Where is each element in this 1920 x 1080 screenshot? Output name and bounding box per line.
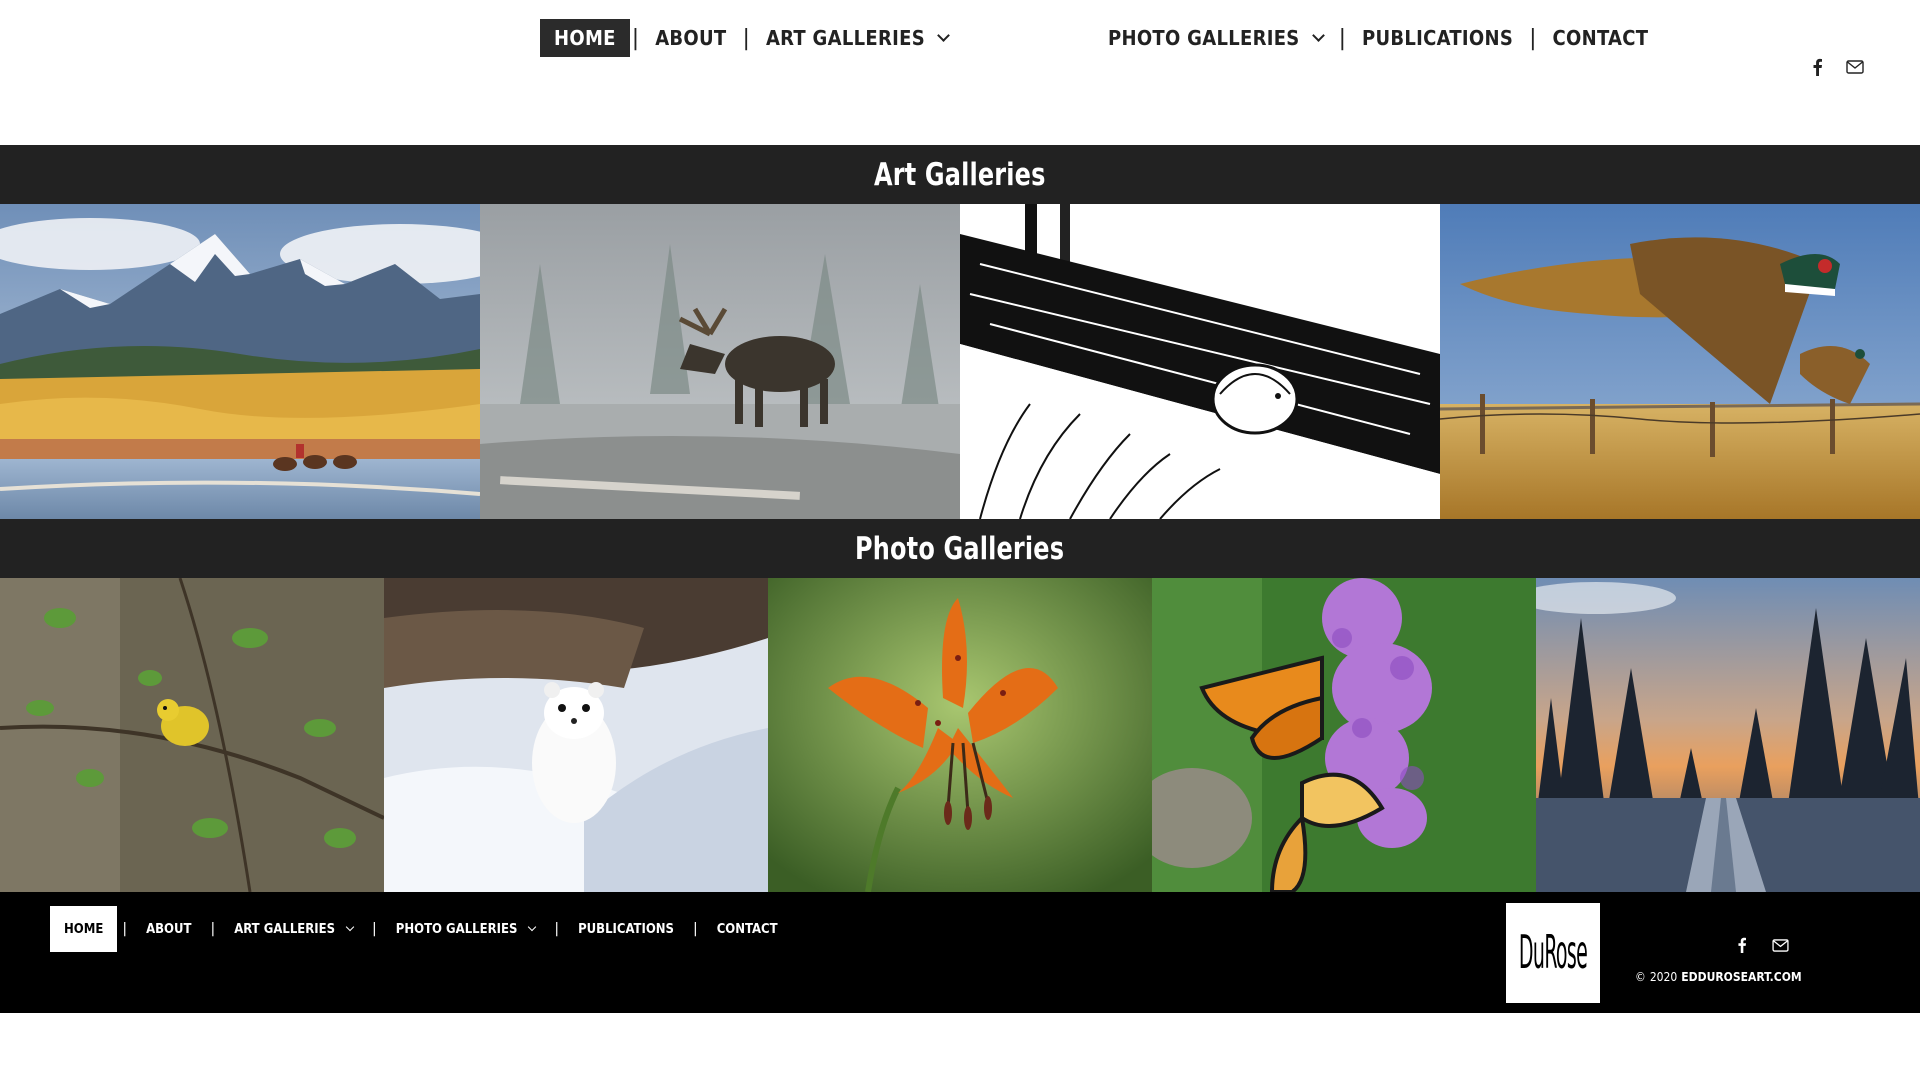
photo-tile-ermine[interactable] <box>384 578 768 892</box>
chevron-down-icon <box>528 922 537 932</box>
photo-gallery-row <box>0 578 1920 892</box>
photo-tile-yellow-warbler[interactable] <box>0 578 384 892</box>
footer-nav-separator: | <box>122 921 128 937</box>
photo-tile-monarchs[interactable] <box>1152 578 1536 892</box>
nav-separator: | <box>1529 25 1537 51</box>
footer-social-links <box>1733 936 1789 954</box>
main-nav: Home | About | Art Galleries Photo Galle… <box>540 19 1662 57</box>
footer-nav: Home | About | Art Galleries | Photo Gal… <box>50 906 792 952</box>
footer-nav-contact[interactable]: Contact <box>703 906 792 952</box>
nav-art-galleries-label: Art Galleries <box>765 26 925 50</box>
email-icon[interactable] <box>1846 58 1864 76</box>
footer-nav-separator: | <box>210 921 216 937</box>
footer-nav-publications[interactable]: Publications <box>564 906 688 952</box>
logo-text: DuRose <box>1518 926 1588 980</box>
copyright-site-link[interactable]: edduroseart.com <box>1681 970 1801 984</box>
photo-galleries-heading: Photo Galleries <box>855 530 1065 567</box>
nav-separator: | <box>742 25 750 51</box>
photo-galleries-bar: Photo Galleries <box>0 519 1920 578</box>
nav-photo-galleries[interactable]: Photo Galleries <box>1094 19 1337 57</box>
footer-nav-home[interactable]: Home <box>50 906 118 952</box>
art-tile-moose-fog[interactable] <box>480 204 960 519</box>
footer-nav-separator: | <box>554 921 560 937</box>
nav-publications[interactable]: Publications <box>1348 19 1527 57</box>
site-footer: Home | About | Art Galleries | Photo Gal… <box>0 892 1920 1013</box>
nav-logo-spacer <box>962 19 1094 57</box>
art-tile-pheasants[interactable] <box>1440 204 1920 519</box>
photo-tile-orange-lily[interactable] <box>768 578 1152 892</box>
chevron-down-icon <box>1311 28 1325 42</box>
site-header: Home | About | Art Galleries Photo Galle… <box>0 0 1920 145</box>
nav-about[interactable]: About <box>641 19 740 57</box>
email-icon[interactable] <box>1771 936 1789 954</box>
header-social-links <box>1808 58 1864 76</box>
nav-art-galleries[interactable]: Art Galleries <box>752 19 962 57</box>
copyright-symbol: © <box>1635 970 1646 984</box>
footer-nav-separator: | <box>692 921 698 937</box>
nav-contact[interactable]: Contact <box>1539 19 1663 57</box>
footer-nav-separator: | <box>372 921 377 937</box>
footer-nav-photo-galleries[interactable]: Photo Galleries <box>382 906 550 952</box>
art-galleries-heading: Art Galleries <box>874 156 1046 193</box>
nav-home[interactable]: Home <box>540 19 630 57</box>
art-galleries-bar: Art Galleries <box>0 145 1920 204</box>
art-gallery-row <box>0 204 1920 519</box>
art-tile-grouse-drawing[interactable] <box>960 204 1440 519</box>
copyright-notice: © 2020 edduroseart.com <box>1635 970 1802 984</box>
nav-separator: | <box>1338 25 1346 51</box>
footer-nav-art-galleries-label: Art Galleries <box>234 921 336 937</box>
footer-nav-about[interactable]: About <box>132 906 205 952</box>
facebook-icon[interactable] <box>1733 936 1751 954</box>
nav-photo-galleries-label: Photo Galleries <box>1107 26 1300 50</box>
footer-nav-photo-galleries-label: Photo Galleries <box>395 921 518 937</box>
facebook-icon[interactable] <box>1808 58 1826 76</box>
chevron-down-icon <box>937 28 950 42</box>
art-tile-mountain-horses[interactable] <box>0 204 480 519</box>
chevron-down-icon <box>345 922 355 932</box>
durose-logo[interactable]: DuRose <box>1506 903 1600 1003</box>
footer-nav-art-galleries[interactable]: Art Galleries <box>220 906 367 952</box>
copyright-year: 2020 <box>1649 970 1678 984</box>
photo-tile-winter-road[interactable] <box>1536 578 1920 892</box>
nav-separator: | <box>631 25 640 51</box>
